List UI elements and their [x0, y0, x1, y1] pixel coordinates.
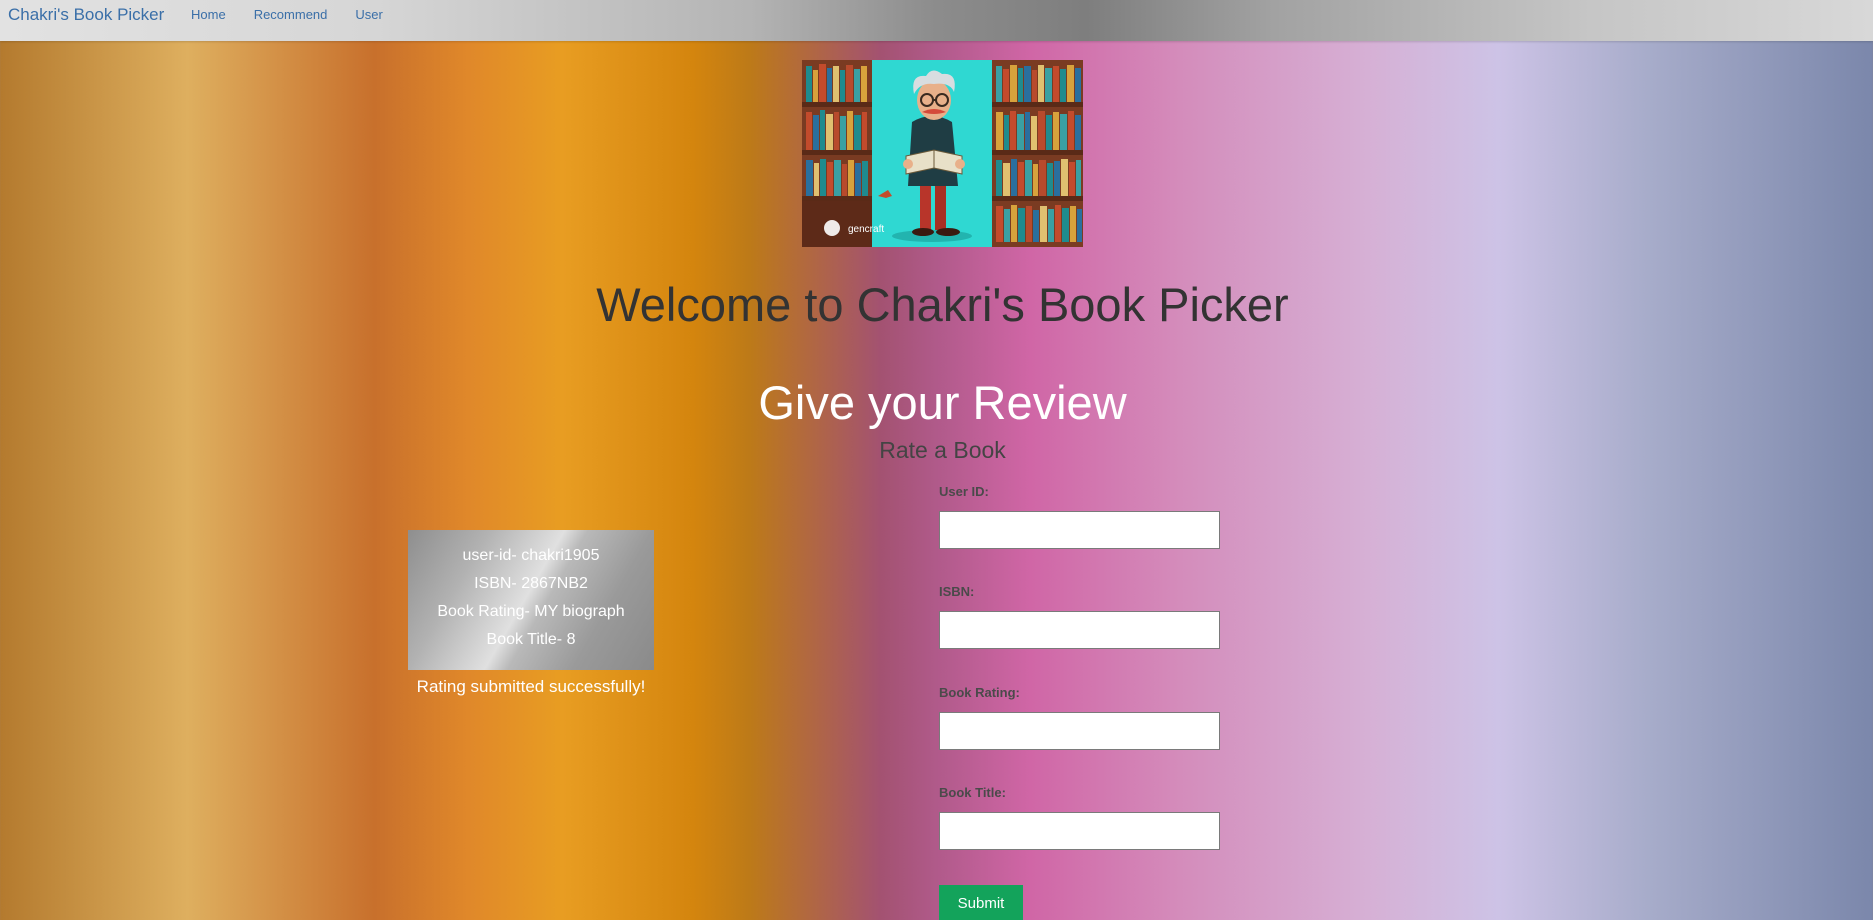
book-rating-label: Book Rating: — [939, 685, 1020, 700]
card-user-id: user-id- chakri1905 — [462, 547, 600, 564]
hero-caption: gencraft — [848, 224, 884, 235]
submitted-rating-card: user-id- chakri1905 ISBN- 2867NB2 Book R… — [408, 530, 654, 670]
nav-link-home[interactable]: Home — [191, 7, 226, 22]
welcome-heading: Welcome to Chakri's Book Picker — [596, 278, 1289, 331]
hero-image: gencraft — [802, 60, 1083, 247]
user-id-label: User ID: — [939, 484, 989, 499]
card-book-title: Book Title- 8 — [486, 631, 576, 648]
review-title: Give your Review — [758, 376, 1127, 429]
nav-link-user[interactable]: User — [355, 7, 382, 22]
card-book-rating: Book Rating- MY biograph — [437, 603, 625, 620]
submit-button[interactable]: Submit — [939, 885, 1023, 920]
top-navbar: Chakri's Book Picker Home Recommend User — [0, 0, 1873, 41]
nav-links: Home Recommend User — [191, 7, 411, 22]
user-id-input[interactable] — [939, 511, 1220, 549]
success-message: Rating submitted successfully! — [416, 677, 646, 696]
book-title-label: Book Title: — [939, 785, 1006, 800]
isbn-label: ISBN: — [939, 584, 975, 599]
nav-link-recommend[interactable]: Recommend — [254, 7, 328, 22]
isbn-input[interactable] — [939, 611, 1220, 649]
rate-subtitle: Rate a Book — [879, 437, 1006, 463]
book-rating-input[interactable] — [939, 712, 1220, 750]
book-reader-illustration: gencraft — [802, 60, 1083, 247]
brand-link[interactable]: Chakri's Book Picker — [8, 5, 164, 25]
card-isbn: ISBN- 2867NB2 — [474, 575, 588, 592]
book-title-input[interactable] — [939, 812, 1220, 850]
